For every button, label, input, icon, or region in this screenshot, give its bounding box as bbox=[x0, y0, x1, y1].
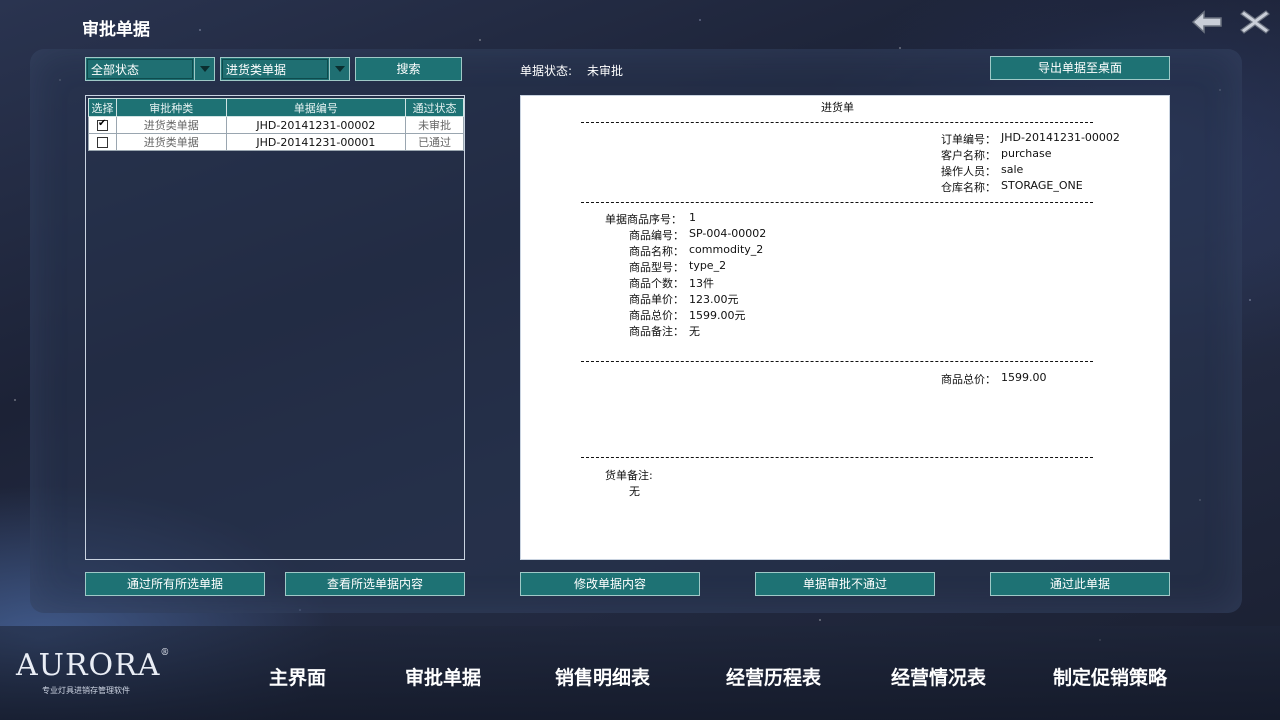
logo-slogan: 专业灯具进销存管理软件 bbox=[42, 686, 130, 695]
nav-item-home[interactable]: 主界面 bbox=[269, 663, 326, 690]
search-button[interactable]: 搜索 bbox=[355, 57, 462, 81]
remark-value: 无 bbox=[629, 485, 640, 498]
header-label: 仓库名称： bbox=[941, 181, 996, 194]
row-checkbox-cell[interactable] bbox=[88, 133, 117, 151]
logo-brand: AURORA® bbox=[16, 648, 171, 683]
row-id: JHD-20141231-00002 bbox=[225, 116, 407, 134]
header-value: purchase bbox=[1001, 147, 1052, 160]
status-value: 未审批 bbox=[587, 64, 624, 78]
total-value: 1599.00 bbox=[1001, 371, 1047, 384]
row-state: 未审批 bbox=[405, 116, 464, 134]
item-value: 1599.00元 bbox=[689, 309, 746, 322]
column-header-type: 审批种类 bbox=[115, 98, 227, 117]
document-preview: 进货单 订单编号： JHD-20141231-00002 客户名称： purch… bbox=[520, 95, 1170, 560]
chevron-down-icon[interactable] bbox=[194, 58, 214, 80]
item-value: 13件 bbox=[689, 277, 714, 290]
view-selected-button[interactable]: 查看所选单据内容 bbox=[285, 572, 465, 596]
item-label: 单据商品序号： bbox=[605, 213, 682, 226]
header-value: sale bbox=[1001, 163, 1024, 176]
table-row[interactable]: 进货类单据 JHD-20141231-00001 已通过 bbox=[88, 133, 464, 151]
export-button[interactable]: 导出单据至桌面 bbox=[990, 56, 1170, 80]
document-table: 选择 审批种类 单据编号 通过状态 进货类单据 JHD-20141231-000… bbox=[88, 98, 464, 151]
item-value: SP-004-00002 bbox=[689, 227, 767, 240]
status-filter-value: 全部状态 bbox=[87, 59, 193, 79]
document-title: 进货单 bbox=[821, 101, 854, 114]
nav-item-business-history[interactable]: 经营历程表 bbox=[726, 663, 821, 690]
header-value: JHD-20141231-00002 bbox=[1001, 131, 1120, 144]
header-label: 客户名称： bbox=[941, 149, 996, 162]
checkbox-unchecked[interactable] bbox=[96, 137, 108, 148]
item-value: type_2 bbox=[689, 259, 727, 272]
row-checkbox-cell[interactable] bbox=[88, 116, 117, 134]
row-id: JHD-20141231-00001 bbox=[225, 133, 407, 151]
divider bbox=[581, 202, 1093, 203]
row-state: 已通过 bbox=[405, 133, 464, 151]
item-value: 无 bbox=[689, 325, 700, 338]
close-icon[interactable] bbox=[1238, 8, 1272, 36]
item-label: 商品总价： bbox=[629, 309, 684, 322]
divider bbox=[581, 361, 1093, 362]
header-value: STORAGE_ONE bbox=[1001, 179, 1083, 192]
column-header-state: 通过状态 bbox=[405, 98, 464, 117]
item-label: 商品编号： bbox=[629, 229, 684, 242]
nav-item-approval[interactable]: 审批单据 bbox=[405, 663, 481, 690]
item-label: 商品单价： bbox=[629, 293, 684, 306]
item-label: 商品个数： bbox=[629, 277, 684, 290]
page-title: 审批单据 bbox=[82, 20, 150, 40]
back-arrow-icon[interactable] bbox=[1190, 8, 1224, 36]
document-list: 选择 审批种类 单据编号 通过状态 进货类单据 JHD-20141231-000… bbox=[85, 95, 465, 560]
item-value: commodity_2 bbox=[689, 243, 764, 256]
nav-item-promotion-strategy[interactable]: 制定促销策略 bbox=[1053, 663, 1167, 690]
checkbox-checked[interactable] bbox=[96, 118, 108, 131]
chevron-down-icon[interactable] bbox=[329, 58, 349, 80]
reject-document-button[interactable]: 单据审批不通过 bbox=[755, 572, 935, 596]
divider bbox=[581, 122, 1093, 123]
aurora-logo: AURORA® 专业灯具进销存管理软件 bbox=[16, 648, 170, 696]
header-label: 操作人员： bbox=[941, 165, 996, 178]
status-label: 单据状态: bbox=[520, 64, 573, 78]
item-label: 商品型号： bbox=[629, 261, 684, 274]
header-label: 订单编号： bbox=[941, 133, 996, 146]
status-filter-dropdown[interactable]: 全部状态 bbox=[85, 57, 215, 81]
modify-document-button[interactable]: 修改单据内容 bbox=[520, 572, 700, 596]
item-label: 商品名称： bbox=[629, 245, 684, 258]
row-type: 进货类单据 bbox=[115, 116, 227, 134]
item-label: 商品备注： bbox=[629, 325, 684, 338]
column-header-id: 单据编号 bbox=[225, 98, 407, 117]
type-filter-value: 进货类单据 bbox=[222, 59, 328, 79]
total-label: 商品总价： bbox=[941, 373, 996, 386]
table-row[interactable]: 进货类单据 JHD-20141231-00002 未审批 bbox=[88, 116, 464, 134]
nav-item-business-status[interactable]: 经营情况表 bbox=[891, 663, 986, 690]
nav-item-sales-detail[interactable]: 销售明细表 bbox=[555, 663, 650, 690]
type-filter-dropdown[interactable]: 进货类单据 bbox=[220, 57, 350, 81]
pass-all-selected-button[interactable]: 通过所有所选单据 bbox=[85, 572, 265, 596]
column-header-select: 选择 bbox=[88, 98, 117, 117]
item-value: 123.00元 bbox=[689, 293, 739, 306]
remark-label: 货单备注: bbox=[605, 469, 653, 482]
pass-document-button[interactable]: 通过此单据 bbox=[990, 572, 1170, 596]
divider bbox=[581, 457, 1093, 458]
item-value: 1 bbox=[689, 211, 696, 224]
row-type: 进货类单据 bbox=[115, 133, 227, 151]
